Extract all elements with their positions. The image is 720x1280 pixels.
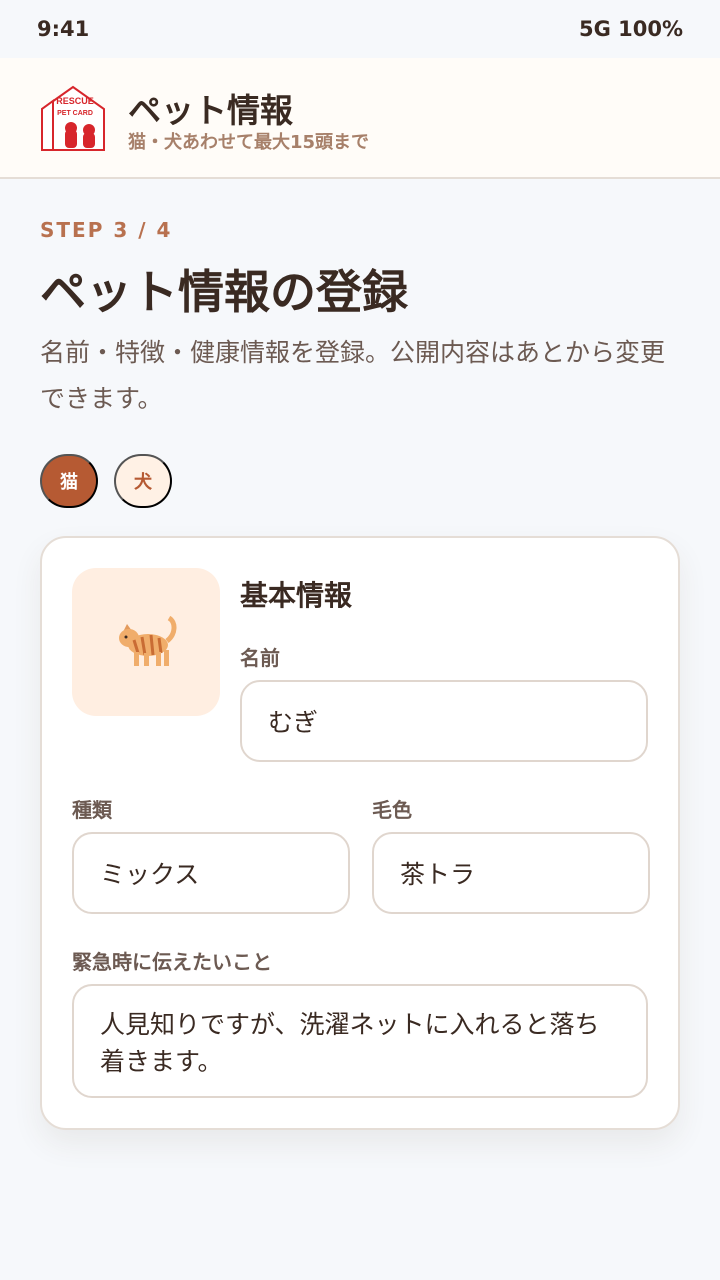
page-description: 名前・特徴・健康情報を登録。公開内容はあとから変更できます。 <box>40 338 666 413</box>
coat-color-field[interactable]: 茶トラ <box>372 832 650 914</box>
status-network-battery: 5G 100% <box>578 17 683 41</box>
header-subtitle: 猫・犬あわせて最大15頭まで <box>128 132 370 153</box>
logo-top-text: RESCUE <box>56 96 94 106</box>
app-header: RESCUE PET CARD ペット情報 猫・犬あわせて最大15頭まで <box>0 58 720 179</box>
logo-bottom-text: PET CARD <box>57 110 93 117</box>
tab-dog[interactable]: 犬 <box>114 454 172 508</box>
rescue-pet-card-logo-icon: RESCUE PET CARD <box>41 85 105 151</box>
pet-photo[interactable] <box>72 568 220 716</box>
page-title: ペット情報の登録 <box>40 265 408 319</box>
kind-field[interactable]: ミックス <box>72 832 350 914</box>
emergency-note-label: 緊急時に伝えたいこと <box>72 950 272 974</box>
name-field[interactable]: むぎ <box>240 680 648 762</box>
header-title: ペット情報 <box>128 91 293 130</box>
step-label: STEP 3 / 4 <box>40 218 173 242</box>
cat-icon <box>119 615 177 666</box>
tab-cat[interactable]: 猫 <box>40 454 98 508</box>
kind-label: 種類 <box>72 798 112 822</box>
section-title: 基本情報 <box>240 579 353 612</box>
name-label: 名前 <box>240 646 280 670</box>
pet-info-card: 基本情報 名前 むぎ 種類 ミックス 毛色 茶トラ 緊急時に伝えたいこと 人見知… <box>40 536 680 1130</box>
coat-color-label: 毛色 <box>372 798 412 822</box>
emergency-note-field[interactable]: 人見知りですが、洗濯ネットに入れると落ち着きます。 <box>72 984 648 1098</box>
status-time: 9:41 <box>37 17 90 41</box>
status-bar: 9:41 5G 100% <box>0 0 720 58</box>
